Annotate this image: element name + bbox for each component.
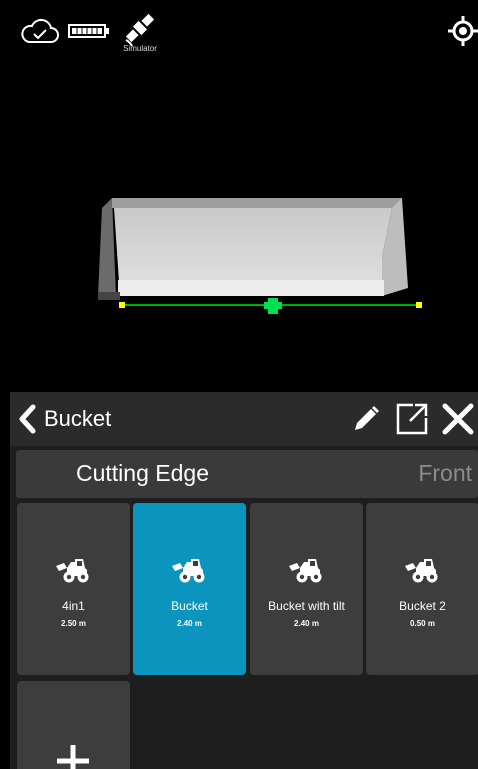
wheel-loader-icon (172, 559, 205, 583)
chevron-left-icon (19, 404, 36, 434)
wheel-loader-icon (289, 559, 322, 583)
tool-name: Bucket (171, 599, 208, 613)
tool-tile-selected[interactable]: Bucket 2.40 m (133, 503, 246, 675)
wheel-loader-icon (56, 559, 89, 583)
gnss-source-label: Simulator (123, 44, 157, 53)
edge-center-marker-bar (264, 302, 282, 309)
tab-cutting-edge[interactable]: Cutting Edge (76, 460, 209, 487)
edge-marker-left (119, 302, 125, 308)
tool-name: Bucket 2 (399, 599, 446, 613)
3d-viewport[interactable]: Simulator (10, 8, 478, 392)
tool-width: 0.50 m (410, 619, 435, 628)
tab-bar: Cutting Edge Front (16, 450, 478, 498)
page-title: Bucket (44, 406, 112, 431)
bucket-left-base (98, 292, 120, 300)
tool-width: 2.40 m (177, 619, 202, 628)
tool-width: 2.50 m (61, 619, 86, 628)
edit-button[interactable] (346, 397, 386, 441)
tool-name: Bucket with tilt (268, 599, 345, 613)
pencil-icon (355, 406, 379, 430)
bucket-left-wall (98, 198, 116, 296)
close-button[interactable] (438, 397, 478, 441)
edge-marker-right (416, 302, 422, 308)
tab-front[interactable]: Front (418, 460, 472, 487)
bucket-lip (118, 280, 384, 296)
open-external-button[interactable] (392, 397, 432, 441)
cloud-check-icon (21, 18, 59, 43)
locate-target-icon[interactable] (448, 16, 478, 46)
add-tool-button[interactable] (17, 681, 130, 769)
wheel-loader-icon (405, 559, 438, 583)
battery-icon (68, 24, 109, 38)
tool-tile[interactable]: Bucket 2 0.50 m (366, 503, 478, 675)
tool-tile[interactable]: 4in1 2.50 m (17, 503, 130, 675)
header-bar: Bucket (10, 392, 478, 446)
bucket-back-wall (112, 198, 402, 208)
tool-tile[interactable]: Bucket with tilt 2.40 m (250, 503, 363, 675)
external-open-icon (396, 403, 428, 435)
close-icon (442, 403, 474, 435)
bucket-3d-model (98, 198, 422, 314)
plus-icon (57, 745, 89, 769)
tool-panel: Cutting Edge Front 4in1 2.50 m Bucket 2.… (10, 446, 478, 769)
back-button[interactable] (10, 392, 44, 446)
tool-name: 4in1 (62, 599, 85, 613)
tool-width: 2.40 m (294, 619, 319, 628)
